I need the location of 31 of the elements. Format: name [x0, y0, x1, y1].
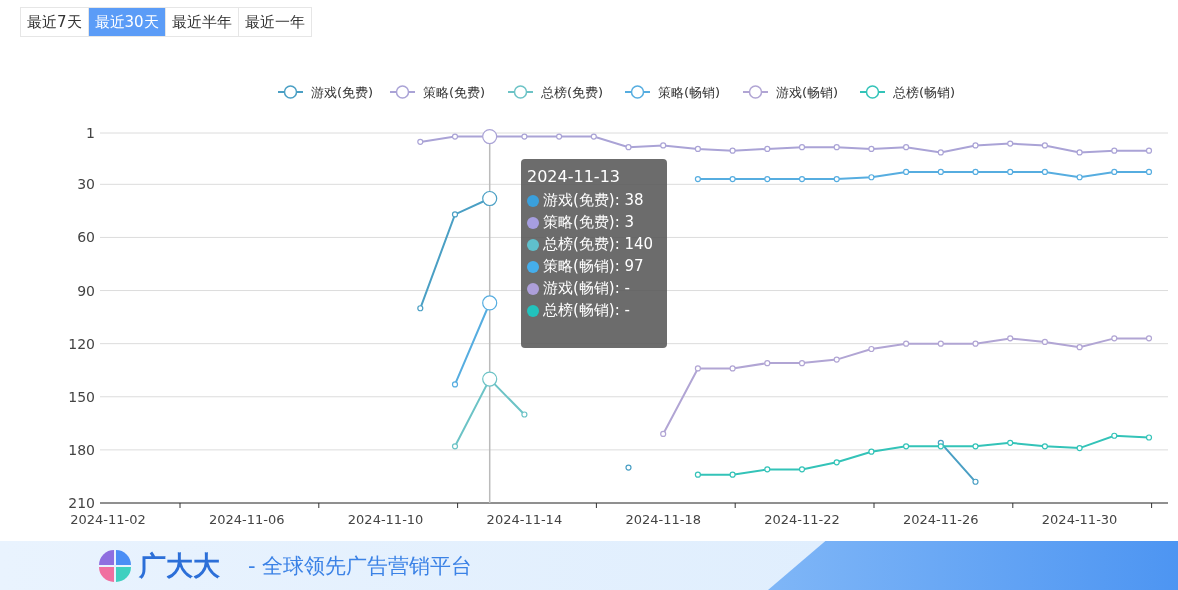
legend-label: 策略(畅销) — [658, 85, 721, 100]
tooltip-text: 总榜(畅销): - — [543, 301, 630, 320]
y-axis-label: 210 — [68, 495, 95, 511]
tooltip-text: 游戏(免费): 38 — [543, 191, 644, 210]
y-axis-label: 1 — [86, 125, 95, 141]
x-axis-label: 2024-11-22 — [764, 512, 840, 527]
y-axis-label: 30 — [77, 176, 95, 193]
x-axis-label: 2024-11-10 — [347, 512, 424, 527]
legend-label: 游戏(畅销) — [776, 85, 839, 100]
x-axis-label: 2024-11-18 — [625, 512, 701, 527]
x-axis-label: 2024-11-30 — [1041, 512, 1118, 527]
legend-label: 策略(免费) — [423, 85, 486, 100]
x-axis-label: 2024-11-26 — [903, 512, 979, 527]
tooltip-text: 策略(畅销): 97 — [543, 257, 644, 276]
y-axis-label: 60 — [77, 229, 95, 246]
y-axis-label: 150 — [68, 388, 95, 405]
x-axis-label: 2024-11-02 — [70, 512, 146, 527]
legend-label: 总榜(畅销) — [892, 85, 956, 100]
tooltip-text: 策略(免费): 3 — [543, 213, 635, 232]
y-axis-label: 120 — [68, 335, 95, 352]
tooltip-text: 游戏(畅销): - — [543, 279, 630, 298]
x-axis-label: 2024-11-06 — [209, 512, 285, 527]
tagline: - 全球领先广告营销平台 — [248, 552, 473, 580]
y-axis-label: 180 — [68, 441, 95, 458]
legend-label: 总榜(免费) — [540, 85, 604, 100]
y-axis-label: 90 — [77, 282, 95, 299]
tooltip-title: 2024-11-13 — [527, 167, 621, 186]
tooltip-text: 总榜(免费): 140 — [543, 235, 654, 254]
brand-name: 广大大 — [139, 548, 220, 583]
legend-label: 游戏(免费) — [311, 85, 374, 100]
x-axis-label: 2024-11-14 — [486, 512, 563, 527]
